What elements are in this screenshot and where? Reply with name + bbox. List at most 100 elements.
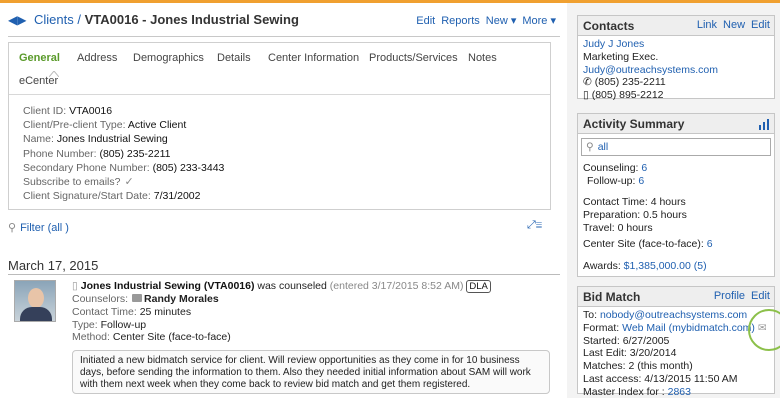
- center-site-label: Center Site (face-to-face):: [583, 238, 704, 250]
- contact-phone2: ▯ (805) 895-2212: [583, 89, 718, 102]
- field-value: (805) 233-3443: [152, 161, 225, 174]
- contacts-link-link[interactable]: Link: [697, 19, 717, 31]
- page-title: VTA0016 - Jones Industrial Sewing: [84, 12, 299, 27]
- bid-to-row: To: nobody@outreachsystems.com: [583, 309, 767, 322]
- breadcrumb-clients-link[interactable]: Clients: [34, 12, 74, 27]
- counseling-value[interactable]: 6: [641, 162, 647, 174]
- bid-match-profile-link[interactable]: Profile: [714, 290, 745, 302]
- tab-notes[interactable]: Notes: [468, 52, 497, 64]
- field-secondary-phone: Secondary Phone Number: (805) 233-3443: [23, 161, 224, 175]
- avatar: [14, 280, 56, 322]
- tab-center-information[interactable]: Center Information: [268, 52, 359, 64]
- back-arrow-icon[interactable]: ◀: [8, 13, 17, 27]
- search-value: all: [597, 141, 609, 153]
- search-icon: ⚲: [8, 222, 17, 234]
- expand-list-icon[interactable]: ⤢≣: [527, 219, 542, 232]
- to-email-link[interactable]: nobody@outreachsystems.com: [600, 309, 747, 321]
- entry-headline: ▯ Jones Industrial Sewing (VTA0016) was c…: [72, 280, 491, 293]
- breadcrumb: Clients / VTA0016 - Jones Industrial Sew…: [34, 12, 299, 27]
- phone1-value: (805) 235-2211: [594, 76, 666, 89]
- forward-arrow-icon[interactable]: ▶: [17, 13, 26, 27]
- activity-search-input[interactable]: ⚲ all: [581, 138, 771, 156]
- entry-type: Type: Follow-up: [72, 319, 491, 332]
- center-site-value[interactable]: 6: [707, 238, 713, 250]
- field-label: Secondary Phone Number:: [23, 161, 150, 174]
- contact-time-total: Contact Time: 4 hours: [583, 196, 686, 208]
- tab-demographics[interactable]: Demographics: [133, 52, 204, 64]
- checkmark-icon: ✓: [124, 176, 134, 189]
- activity-counts: Counseling: 6 Follow-up: 6: [583, 162, 647, 188]
- counselors-label: Counselors:: [72, 293, 129, 305]
- filter-label: Filter (all ): [20, 222, 69, 234]
- followup-value[interactable]: 6: [638, 175, 644, 187]
- activity-entry: ▯ Jones Industrial Sewing (VTA0016) was c…: [14, 280, 554, 398]
- entry-action: was counseled: [254, 280, 330, 292]
- activity-title: Activity Summary: [583, 117, 685, 131]
- contacts-new-link[interactable]: New: [723, 19, 745, 31]
- master-index-link[interactable]: 2863: [668, 386, 691, 398]
- bid-match-title: Bid Match: [583, 290, 641, 304]
- field-value: 7/31/2002: [153, 190, 201, 203]
- tab-general[interactable]: General: [19, 52, 60, 64]
- contact-email-link[interactable]: Judy@outreachsystems.com: [583, 64, 718, 77]
- field-start-date: Client Signature/Start Date: 7/31/2002: [23, 189, 224, 203]
- date-divider: [8, 274, 560, 275]
- followup-label: Follow-up:: [587, 174, 636, 187]
- tab-address[interactable]: Address: [77, 52, 117, 64]
- more-dropdown[interactable]: More ▾: [522, 15, 556, 27]
- nav-arrows: ◀▶: [8, 13, 26, 27]
- counselor-name: Randy Morales: [144, 293, 219, 305]
- travel-total: Travel: 0 hours: [583, 221, 653, 234]
- folder-icon: [132, 294, 143, 302]
- field-label: Client Signature/Start Date:: [23, 190, 151, 203]
- field-value: Jones Industrial Sewing: [56, 133, 168, 146]
- field-client-id: Client ID: VTA0016: [23, 104, 224, 118]
- field-label: Client ID:: [23, 105, 67, 117]
- bid-match-edit-link[interactable]: Edit: [751, 290, 770, 302]
- field-value: (805) 235-2211: [99, 147, 171, 160]
- center-site-row: Center Site (face-to-face): 6: [583, 238, 713, 251]
- contacts-panel: Contacts Link New Edit Judy J Jones Market…: [577, 15, 775, 102]
- filter-link[interactable]: ⚲ Filter (all ): [8, 221, 69, 234]
- edit-link[interactable]: Edit: [416, 15, 435, 27]
- type-label: Type:: [72, 318, 98, 331]
- awards-row: Awards: $1,385,000.00 (5): [583, 260, 707, 273]
- field-name: Name: Jones Industrial Sewing: [23, 132, 224, 146]
- entry-method: Method: Center Site (face-to-face): [72, 331, 491, 344]
- active-tab-caret-icon: [49, 71, 59, 77]
- contact-name-link[interactable]: Judy J Jones: [583, 38, 718, 51]
- field-label: Subscribe to emails?: [23, 176, 121, 189]
- tab-details[interactable]: Details: [217, 52, 251, 64]
- reports-link[interactable]: Reports: [441, 15, 480, 27]
- field-label: Phone Number:: [23, 147, 97, 160]
- document-icon: ▯: [72, 280, 78, 292]
- breadcrumb-separator: /: [73, 12, 85, 27]
- format-link[interactable]: Web Mail (mybidmatch.com): [622, 322, 755, 334]
- new-dropdown[interactable]: New ▾: [486, 15, 517, 27]
- bid-last-access: Last access: 4/13/2015 11:50 AM: [583, 372, 738, 385]
- contacts-title: Contacts: [583, 19, 635, 33]
- dla-badge: DLA: [466, 280, 491, 293]
- entry-client: Jones Industrial Sewing (VTA0016): [80, 280, 255, 292]
- counseling-row: Counseling: 6: [583, 162, 647, 175]
- entry-timestamp: (entered 3/17/2015 8:52 AM): [329, 280, 464, 292]
- activity-summary-panel: Activity Summary ⚲ all Counseling: 6 Foll…: [577, 113, 775, 277]
- main-content: ◀▶ Clients / VTA0016 - Jones Industrial …: [0, 3, 562, 398]
- tab-products-services[interactable]: Products/Services: [369, 52, 458, 64]
- contact-time-label: Contact Time:: [72, 305, 137, 318]
- bar-chart-icon[interactable]: [758, 118, 770, 130]
- phone-icon: ✆: [583, 76, 592, 89]
- bid-started: Started: 6/27/2005: [583, 334, 670, 347]
- contacts-actions: Link New Edit: [691, 19, 770, 31]
- mobile-icon: ▯: [583, 89, 589, 102]
- followup-row: Follow-up: 6: [583, 175, 647, 188]
- awards-value[interactable]: $1,385,000.00 (5): [624, 260, 707, 272]
- method-value: Center Site (face-to-face): [112, 331, 231, 344]
- header-actions: Edit Reports New ▾ More ▾: [410, 14, 556, 27]
- contacts-edit-link[interactable]: Edit: [751, 19, 770, 31]
- tabs-divider: [9, 94, 550, 95]
- contact-phone1: ✆ (805) 235-2211: [583, 76, 718, 89]
- page-header: ◀▶ Clients / VTA0016 - Jones Industrial …: [8, 12, 556, 32]
- search-icon: ⚲: [586, 141, 594, 153]
- field-client-type: Client/Pre-client Type: Active Client: [23, 118, 224, 132]
